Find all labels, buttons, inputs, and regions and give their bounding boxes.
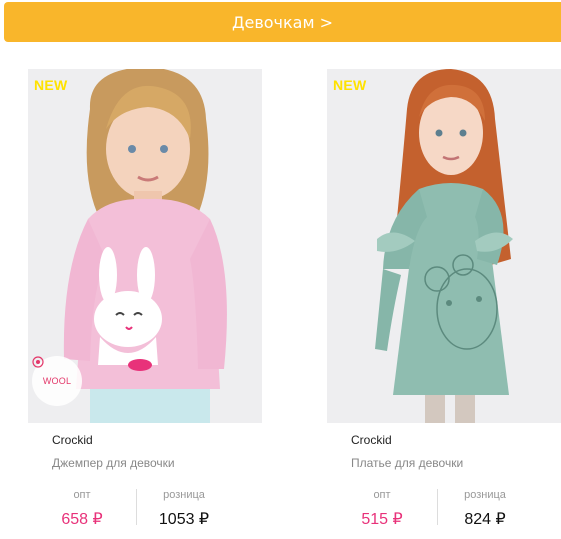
product-brand: Crockid xyxy=(351,433,392,447)
new-badge: NEW xyxy=(333,77,367,93)
product-name[interactable]: Джемпер для девочки xyxy=(52,456,175,470)
product-photo[interactable]: NEW WOOL xyxy=(28,69,262,423)
sheep-icon xyxy=(32,356,44,368)
opt-price: 658 ₽ xyxy=(61,511,103,528)
girl-green-dress-image xyxy=(327,69,561,423)
product-card[interactable]: NEW Crockid Платье для девочки опт 515 ₽… xyxy=(327,69,561,539)
price-block: опт 658 ₽ розница 1053 ₽ xyxy=(28,489,268,533)
product-name[interactable]: Платье для девочки xyxy=(351,456,463,470)
retail-label: розница xyxy=(464,489,506,501)
retail-price: 1053 ₽ xyxy=(158,511,210,528)
wool-label: WOOL xyxy=(42,376,72,386)
product-card[interactable]: NEW WOOL Crockid Джемпер для девочки опт… xyxy=(28,69,268,539)
product-photo[interactable]: NEW xyxy=(327,69,561,423)
opt-price: 515 ₽ xyxy=(361,511,403,528)
retail-price: 824 ₽ xyxy=(464,511,506,528)
opt-label: опт xyxy=(73,489,91,501)
product-brand: Crockid xyxy=(52,433,93,447)
price-block: опт 515 ₽ розница 824 ₽ xyxy=(327,489,561,533)
wool-badge: WOOL xyxy=(32,356,82,406)
opt-label: опт xyxy=(373,489,391,501)
category-banner-girls[interactable]: Девочкам > xyxy=(4,2,561,42)
new-badge: NEW xyxy=(34,77,68,93)
retail-label: розница xyxy=(163,489,205,501)
